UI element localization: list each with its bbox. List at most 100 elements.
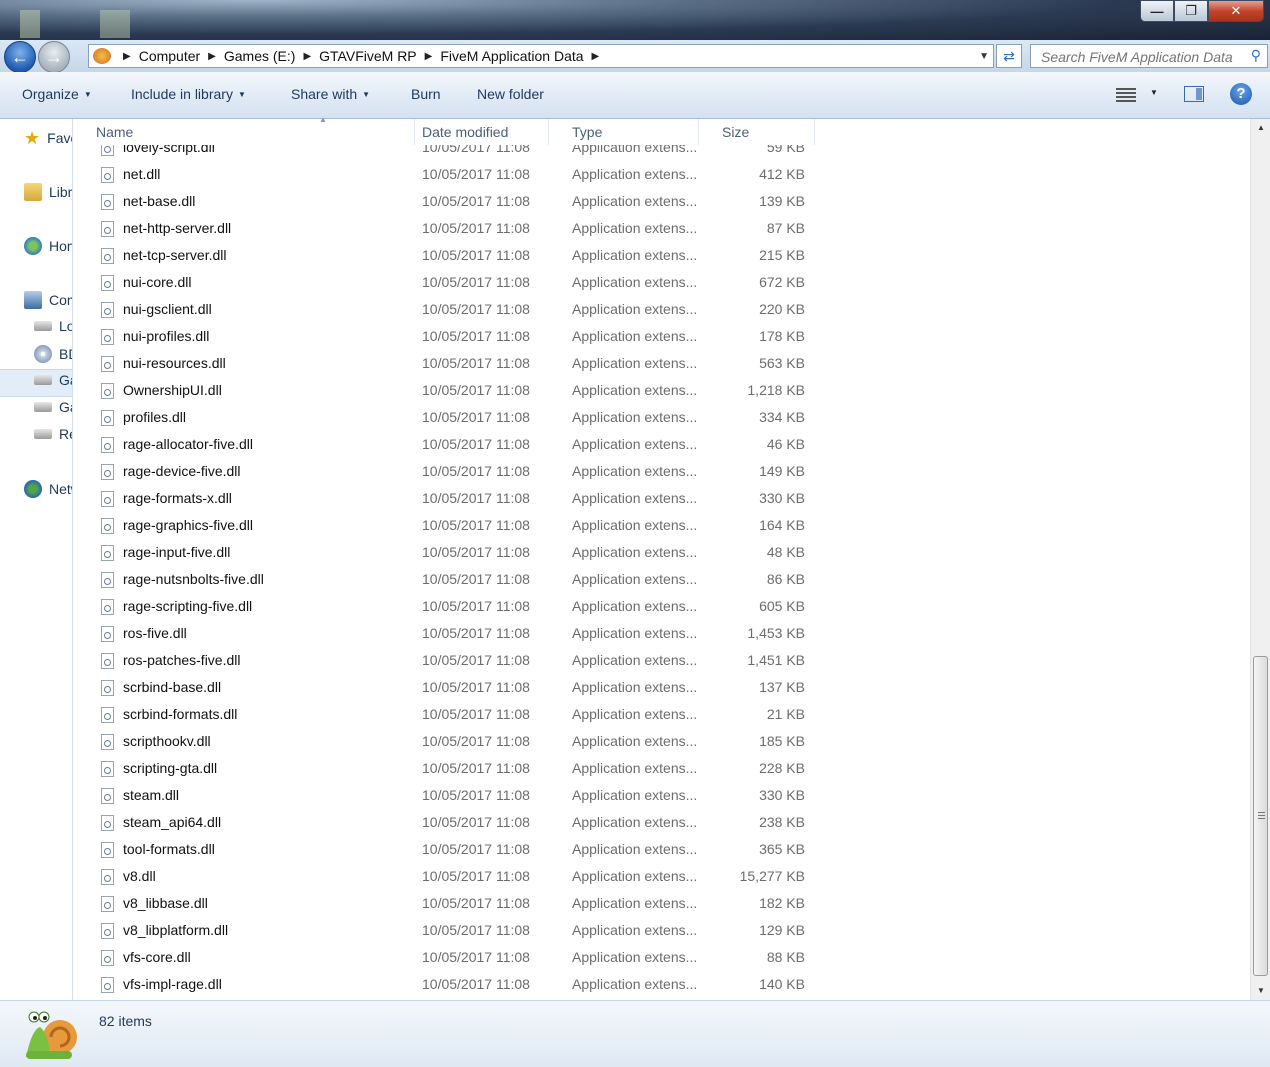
file-row[interactable]: rage-input-five.dll 10/05/2017 11:08 Appli…	[73, 540, 815, 567]
file-row[interactable]: rage-nutsnbolts-five.dll 10/05/2017 11:08…	[73, 567, 815, 594]
file-date-modified: 10/05/2017 11:08	[422, 733, 530, 749]
file-row[interactable]: v8_libbase.dll 10/05/2017 11:08 Applicatio…	[73, 891, 815, 918]
file-row[interactable]: rage-scripting-five.dll 10/05/2017 11:08 A…	[73, 594, 815, 621]
title-bar[interactable]: — ❐ ✕	[0, 0, 1270, 40]
refresh-button[interactable]: ⇄	[996, 44, 1022, 68]
share-with-button[interactable]: Share with ▼	[291, 86, 370, 102]
file-row[interactable]: nui-profiles.dll 10/05/2017 11:08 Applicat…	[73, 324, 815, 351]
column-header-date-modified[interactable]: Date modified	[399, 119, 549, 145]
file-row[interactable]: net-http-server.dll 10/05/2017 11:08 Appli…	[73, 216, 815, 243]
file-type: Application extens...	[572, 571, 698, 587]
column-header-name[interactable]: Name	[73, 119, 415, 145]
file-row[interactable]: scripting-gta.dll 10/05/2017 11:08 Applica…	[73, 756, 815, 783]
file-date-modified: 10/05/2017 11:08	[422, 706, 530, 722]
organize-button[interactable]: Organize ▼	[22, 86, 92, 102]
nav-computer[interactable]: Computer	[24, 291, 72, 309]
breadcrumb-games-drive[interactable]: Games (E:)	[224, 48, 296, 64]
nav-local-disk[interactable]: Local Disk	[34, 318, 72, 334]
file-row[interactable]: nui-core.dll 10/05/2017 11:08 Application …	[73, 270, 815, 297]
breadcrumb-fivem-application-data[interactable]: FiveM Application Data	[440, 48, 583, 64]
dll-file-icon	[101, 437, 114, 453]
nav-libraries[interactable]: Libraries	[24, 183, 72, 201]
file-row[interactable]: nui-gsclient.dll 10/05/2017 11:08 Applicat…	[73, 297, 815, 324]
column-header-size[interactable]: Size	[699, 119, 815, 145]
breadcrumb-computer[interactable]: Computer	[139, 48, 200, 64]
file-name: OwnershipUI.dll	[123, 382, 222, 398]
file-date-modified: 10/05/2017 11:08	[422, 922, 530, 938]
file-row[interactable]: profiles.dll 10/05/2017 11:08 Application …	[73, 405, 815, 432]
file-row[interactable]: lovely-script.dll 10/05/2017 11:08 Applica…	[73, 145, 815, 162]
nav-games-drive-2[interactable]: Games	[34, 399, 72, 415]
file-date-modified: 10/05/2017 11:08	[422, 544, 530, 560]
file-row[interactable]: rage-device-five.dll 10/05/2017 11:08 Appl…	[73, 459, 815, 486]
file-row[interactable]: v8_libplatform.dll 10/05/2017 11:08 Applic…	[73, 918, 815, 945]
search-icon[interactable]: ⚲	[1251, 47, 1261, 64]
file-row[interactable]: net.dll 10/05/2017 11:08 Application exten…	[73, 162, 815, 189]
address-dropdown-icon[interactable]: ▼	[979, 51, 989, 62]
chevron-right-icon[interactable]: ▶	[123, 51, 131, 62]
file-row[interactable]: rage-graphics-five.dll 10/05/2017 11:08 Ap…	[73, 513, 815, 540]
file-row[interactable]: scrbind-formats.dll 10/05/2017 11:08 Appli…	[73, 702, 815, 729]
help-icon[interactable]: ?	[1230, 83, 1252, 105]
file-row[interactable]: ros-five.dll 10/05/2017 11:08 Application …	[73, 621, 815, 648]
chevron-right-icon[interactable]: ▶	[425, 51, 433, 62]
file-name: vfs-core.dll	[123, 949, 191, 965]
file-row[interactable]: rage-formats-x.dll 10/05/2017 11:08 Applic…	[73, 486, 815, 513]
item-count: 82 items	[99, 1013, 152, 1029]
new-folder-button[interactable]: New folder	[477, 86, 544, 102]
file-row[interactable]: vfs-impl-rage.dll 10/05/2017 11:08 Applica…	[73, 972, 815, 999]
file-size: 21 KB	[766, 706, 805, 722]
dll-file-icon	[101, 653, 114, 669]
file-row[interactable]: v8.dll 10/05/2017 11:08 Application extens…	[73, 864, 815, 891]
file-name: rage-scripting-five.dll	[123, 598, 253, 614]
file-row[interactable]: vfs-core.dll 10/05/2017 11:08 Application …	[73, 945, 815, 972]
file-row[interactable]: nui-resources.dll 10/05/2017 11:08 Applica…	[73, 351, 815, 378]
drive-icon	[34, 402, 52, 412]
vertical-scrollbar[interactable]: ▲ ▼	[1250, 119, 1270, 1000]
file-row[interactable]: rage-allocator-five.dll 10/05/2017 11:08 A…	[73, 432, 815, 459]
chevron-right-icon[interactable]: ▶	[208, 51, 216, 62]
file-row[interactable]: scrbind-base.dll 10/05/2017 11:08 Applicat…	[73, 675, 815, 702]
burn-button[interactable]: Burn	[411, 86, 441, 102]
preview-pane-icon[interactable]	[1184, 86, 1204, 102]
file-name: steam.dll	[123, 787, 180, 803]
close-button[interactable]: ✕	[1208, 0, 1264, 22]
file-row[interactable]: tool-formats.dll 10/05/2017 11:08 Applicat…	[73, 837, 815, 864]
address-bar[interactable]: ▶ Computer ▶ Games (E:) ▶ GTAVFiveM RP ▶…	[88, 44, 994, 68]
scrollbar-thumb[interactable]	[1253, 656, 1268, 976]
nav-games-drive[interactable]: Games	[34, 372, 72, 388]
search-box: ⚲	[1030, 44, 1268, 68]
file-row[interactable]: OwnershipUI.dll 10/05/2017 11:08 Applicati…	[73, 378, 815, 405]
file-row[interactable]: net-base.dll 10/05/2017 11:08 Application …	[73, 189, 815, 216]
wallpaper-blur	[20, 10, 40, 38]
file-row[interactable]: steam_api64.dll 10/05/2017 11:08 Applicati…	[73, 810, 815, 837]
file-row[interactable]: scripthookv.dll 10/05/2017 11:08 Applicati…	[73, 729, 815, 756]
details-pane: 82 items	[0, 1000, 1270, 1067]
minimize-button[interactable]: —	[1140, 0, 1174, 22]
scroll-down-icon[interactable]: ▼	[1251, 982, 1270, 1000]
scroll-up-icon[interactable]: ▲	[1251, 119, 1270, 137]
file-size: 605 KB	[759, 598, 805, 614]
nav-favorites[interactable]: ★ Favorites	[24, 129, 72, 147]
nav-bd-rom[interactable]: BD-ROM	[34, 345, 72, 363]
maximize-button[interactable]: ❐	[1174, 0, 1208, 22]
breadcrumb-gtavfivem-rp[interactable]: GTAVFiveM RP	[319, 48, 417, 64]
nav-homegroup[interactable]: Homegroup	[24, 237, 72, 255]
back-button[interactable]: ←	[4, 41, 36, 73]
file-row[interactable]: net-tcp-server.dll 10/05/2017 11:08 Applic…	[73, 243, 815, 270]
search-input[interactable]	[1039, 46, 1243, 68]
file-type: Application extens...	[572, 436, 698, 452]
file-type: Application extens...	[572, 328, 698, 344]
file-row[interactable]: ros-patches-five.dll 10/05/2017 11:08 Appl…	[73, 648, 815, 675]
nav-removable[interactable]: Removable	[34, 426, 72, 442]
forward-button[interactable]: →	[38, 41, 70, 73]
view-options-dropdown-icon[interactable]: ▼	[1150, 88, 1158, 97]
file-name: profiles.dll	[123, 409, 187, 425]
chevron-right-icon[interactable]: ▶	[592, 51, 600, 62]
nav-network[interactable]: Network	[24, 480, 72, 498]
view-details-icon[interactable]	[1116, 86, 1136, 102]
chevron-right-icon[interactable]: ▶	[303, 51, 311, 62]
file-row[interactable]: steam.dll 10/05/2017 11:08 Application ext…	[73, 783, 815, 810]
column-header-type[interactable]: Type	[549, 119, 699, 145]
include-in-library-button[interactable]: Include in library ▼	[131, 86, 246, 102]
